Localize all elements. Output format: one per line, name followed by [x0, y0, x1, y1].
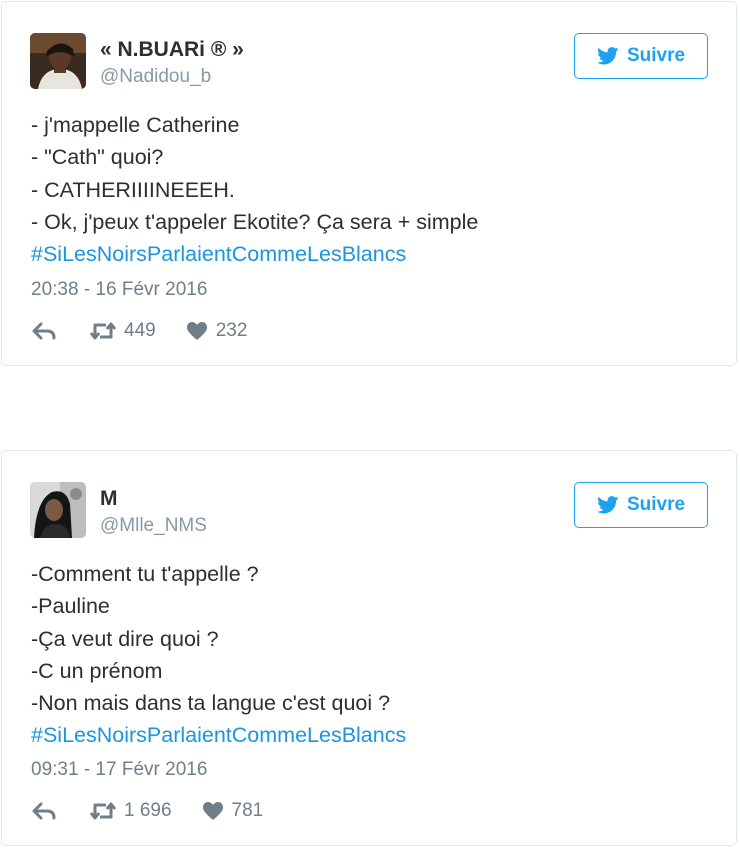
reply-icon [32, 322, 56, 340]
tweet-actions: 449 232 [32, 320, 247, 342]
reply-button[interactable] [32, 802, 56, 820]
tweet-text: - j'mappelle Catherine - "Cath" quoi? - … [31, 109, 716, 270]
user-handle[interactable]: @Nadidou_b [100, 66, 211, 88]
tweet-line: - j'mappelle Catherine [31, 113, 240, 137]
user-handle[interactable]: @Mlle_NMS [100, 515, 207, 537]
retweet-count: 449 [124, 320, 156, 341]
avatar[interactable] [30, 33, 86, 89]
tweet-text: -Comment tu t'appelle ? -Pauline -Ça veu… [31, 558, 716, 752]
retweet-count: 1 696 [124, 800, 172, 821]
retweet-button[interactable]: 449 [90, 320, 156, 342]
tweet-card: « N.BUARi ® » @Nadidou_b Suivre - j'mapp… [1, 1, 737, 366]
retweet-icon [90, 802, 116, 820]
like-count: 232 [215, 320, 248, 341]
heart-icon [202, 802, 223, 820]
tweet-line: -Comment tu t'appelle ? [31, 562, 259, 586]
tweet-line: -Non mais dans ta langue c'est quoi ? [31, 691, 391, 716]
timestamp[interactable]: 09:31 - 17 Févr 2016 [31, 759, 207, 781]
tweet-line: -C un prénom [31, 658, 163, 683]
reply-icon [32, 802, 56, 820]
tweet-actions: 1 696 781 [32, 800, 263, 822]
hashtag-link[interactable]: #SiLesNoirsParlaientCommeLesBlancs [31, 719, 716, 751]
like-button[interactable]: 232 [186, 320, 248, 342]
timestamp[interactable]: 20:38 - 16 Févr 2016 [31, 279, 207, 301]
retweet-icon [90, 322, 116, 340]
tweet-line: - Ok, j'peux t'appeler Ekotite? Ça sera … [31, 209, 479, 234]
tweet-line: - "Cath" quoi? [31, 145, 164, 170]
tweet-line: -Pauline [31, 594, 110, 619]
tweet-line: -Ça veut dire quoi ? [31, 626, 219, 651]
tweet-line: - CATHERIIIINEEEH. [31, 177, 235, 202]
avatar[interactable] [30, 482, 86, 538]
like-button[interactable]: 781 [202, 800, 264, 822]
display-name[interactable]: « N.BUARi ® » [100, 38, 244, 62]
display-name[interactable]: M [100, 487, 118, 511]
heart-icon [186, 322, 207, 340]
retweet-button[interactable]: 1 696 [90, 800, 172, 822]
follow-button[interactable]: Suivre [574, 33, 708, 79]
like-count: 781 [231, 800, 264, 821]
tweet-card: M @Mlle_NMS Suivre -Comment tu t'appelle… [1, 450, 737, 846]
twitter-bird-icon [597, 496, 619, 514]
follow-label: Suivre [626, 494, 686, 515]
twitter-bird-icon [597, 47, 619, 65]
follow-button[interactable]: Suivre [574, 482, 708, 528]
follow-label: Suivre [626, 45, 686, 66]
reply-button[interactable] [32, 322, 56, 340]
hashtag-link[interactable]: #SiLesNoirsParlaientCommeLesBlancs [31, 238, 716, 270]
